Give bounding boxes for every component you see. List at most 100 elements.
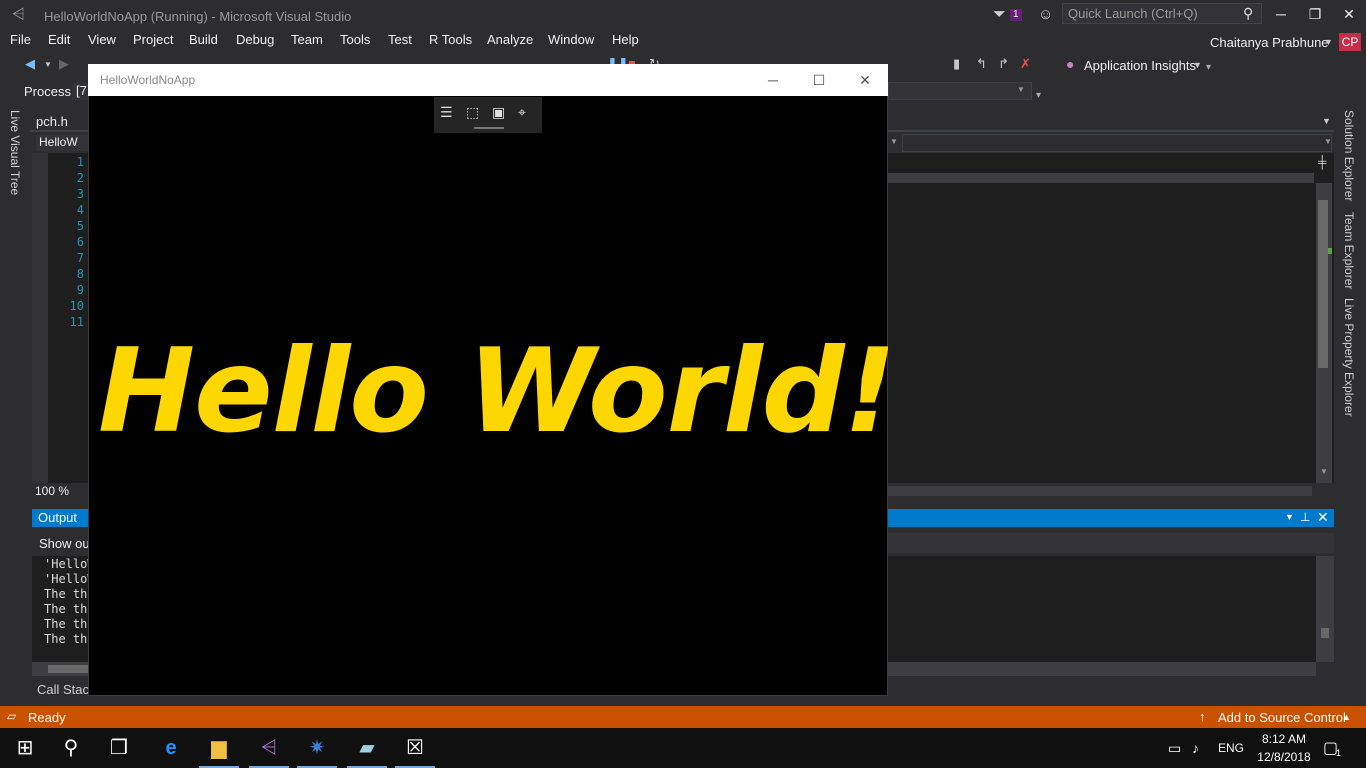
menu-window[interactable]: Window bbox=[548, 32, 594, 47]
windows-start-icon[interactable]: ⊞ bbox=[2, 728, 48, 768]
notepad-icon[interactable]: ▰ bbox=[344, 728, 390, 768]
scrollbar-thumb[interactable] bbox=[1321, 628, 1329, 638]
chevron-down-icon[interactable]: ▼ bbox=[1285, 512, 1294, 522]
toolbar-overflow-icon[interactable]: ▾ bbox=[1036, 90, 1041, 101]
member-combo[interactable] bbox=[902, 134, 1332, 152]
team-explorer-tab[interactable]: Team Explorer bbox=[1342, 212, 1356, 289]
chevron-up-icon[interactable]: ▲ bbox=[1342, 712, 1351, 722]
menu-bar: File Edit View Project Build Debug Team … bbox=[0, 32, 1366, 52]
output-line: The thr bbox=[44, 632, 95, 646]
output-vertical-scrollbar[interactable] bbox=[1316, 556, 1334, 662]
internet-explorer-icon[interactable]: e bbox=[148, 728, 194, 768]
back-icon[interactable]: ◀ bbox=[25, 56, 35, 72]
add-to-source-control-button[interactable]: Add to Source Control bbox=[1218, 710, 1346, 725]
line-number: 7 bbox=[76, 251, 84, 265]
menu-file[interactable]: File bbox=[10, 32, 31, 47]
status-bar bbox=[0, 706, 1366, 728]
select-element-icon[interactable]: ⬚ bbox=[466, 104, 479, 121]
next-bookmark-icon[interactable]: ↱ bbox=[998, 56, 1009, 72]
menu-project[interactable]: Project bbox=[133, 32, 173, 47]
output-source-combo[interactable] bbox=[888, 533, 1334, 553]
output-line: The thr bbox=[44, 587, 95, 601]
menu-edit[interactable]: Edit bbox=[48, 32, 70, 47]
close-icon[interactable]: ✕ bbox=[1317, 509, 1329, 526]
chevron-down-icon[interactable]: ▼ bbox=[1017, 85, 1025, 94]
scroll-down-icon[interactable]: ▼ bbox=[1320, 467, 1328, 476]
restore-button[interactable]: ❐ bbox=[1300, 4, 1330, 24]
menu-r-tools[interactable]: R Tools bbox=[429, 32, 472, 47]
zoom-combo[interactable]: 100 % bbox=[32, 484, 88, 500]
app-maximize-button[interactable]: ☐ bbox=[806, 70, 832, 90]
file-explorer-icon[interactable]: ▆ bbox=[196, 728, 242, 768]
avatar[interactable]: CP bbox=[1339, 33, 1361, 51]
editor-horizontal-scrollbar[interactable] bbox=[888, 486, 1312, 496]
forward-icon[interactable]: ▶ bbox=[59, 56, 69, 72]
menu-view[interactable]: View bbox=[88, 32, 116, 47]
output-line: The thr bbox=[44, 617, 95, 631]
change-marker bbox=[1328, 248, 1332, 254]
line-number: 8 bbox=[76, 267, 84, 281]
menu-debug[interactable]: Debug bbox=[236, 32, 274, 47]
window-title: HelloWorldNoApp (Running) - Microsoft Vi… bbox=[44, 9, 352, 24]
chevron-down-icon[interactable]: ▼ bbox=[890, 137, 898, 146]
menu-help[interactable]: Help bbox=[612, 32, 639, 47]
notification-flag-icon[interactable]: ⏷ bbox=[993, 6, 1006, 24]
show-output-from-label: Show out bbox=[39, 536, 94, 551]
menu-team[interactable]: Team bbox=[291, 32, 323, 47]
menu-build[interactable]: Build bbox=[189, 32, 218, 47]
minimize-button[interactable]: ─ bbox=[1266, 4, 1296, 24]
helloworldnoapp-icon[interactable]: ☒ bbox=[392, 728, 438, 768]
notification-count-badge[interactable]: 1 bbox=[1010, 9, 1022, 21]
toolbar-collapse-grip[interactable] bbox=[474, 127, 504, 129]
output-line: The thr bbox=[44, 602, 95, 616]
project-combo[interactable]: HelloW bbox=[36, 135, 96, 151]
clock-date[interactable]: 12/8/2018 bbox=[1252, 750, 1316, 764]
app-close-button[interactable]: ✕ bbox=[852, 70, 878, 90]
network-icon[interactable]: ▭ bbox=[1168, 740, 1181, 757]
go-to-live-visual-tree-icon[interactable]: ☰ bbox=[440, 104, 453, 121]
chevron-down-icon[interactable]: ▼ bbox=[1322, 116, 1331, 126]
menu-test[interactable]: Test bbox=[388, 32, 412, 47]
menu-tools[interactable]: Tools bbox=[340, 32, 370, 47]
solution-explorer-tab[interactable]: Solution Explorer bbox=[1342, 110, 1356, 201]
scrollbar-thumb[interactable] bbox=[1318, 200, 1328, 368]
previous-bookmark-icon[interactable]: ↰ bbox=[976, 56, 987, 72]
menu-analyze[interactable]: Analyze bbox=[487, 32, 533, 47]
search-icon[interactable]: ⚲ bbox=[48, 728, 94, 768]
live-visual-tree-tab[interactable]: Live Visual Tree bbox=[8, 110, 22, 195]
track-focused-element-icon[interactable]: ⌖ bbox=[518, 104, 526, 121]
arrow-up-icon[interactable]: ↑ bbox=[1199, 709, 1206, 724]
feedback-icon[interactable]: ☺ bbox=[1038, 6, 1053, 23]
volume-icon[interactable]: ♪ bbox=[1192, 740, 1199, 756]
scrollbar-thumb[interactable] bbox=[48, 665, 88, 673]
task-view-icon[interactable]: ❐ bbox=[96, 728, 142, 768]
hello-world-text: Hello World!!! bbox=[98, 324, 888, 459]
lightbulb-icon[interactable]: ● bbox=[1066, 56, 1074, 72]
search-icon[interactable]: ⚲ bbox=[1243, 5, 1253, 22]
app-installer-icon[interactable]: ✷ bbox=[294, 728, 340, 768]
clear-bookmarks-icon[interactable]: ✗ bbox=[1020, 56, 1031, 72]
tab-pch-h[interactable]: pch.h bbox=[30, 112, 88, 132]
stack-frame-combo[interactable] bbox=[888, 82, 1032, 100]
status-icon: ▱ bbox=[7, 709, 17, 723]
visual-studio-icon[interactable]: ⩤ bbox=[246, 728, 292, 768]
close-button[interactable]: ✕ bbox=[1334, 4, 1364, 24]
chevron-down-icon[interactable]: ▼ bbox=[1193, 60, 1202, 70]
pin-icon[interactable]: ⊥ bbox=[1300, 510, 1310, 524]
toolbar-overflow-icon[interactable]: ▾ bbox=[1206, 62, 1211, 73]
tab-call-stack[interactable]: Call Stack bbox=[37, 682, 96, 697]
live-property-explorer-tab[interactable]: Live Property Explorer bbox=[1342, 298, 1356, 417]
user-name[interactable]: Chaitanya Prabhune bbox=[1210, 35, 1329, 50]
chevron-down-icon[interactable]: ▼ bbox=[44, 60, 52, 69]
clock-time[interactable]: 8:12 AM bbox=[1258, 732, 1310, 746]
input-language[interactable]: ENG bbox=[1218, 741, 1244, 755]
quick-launch-input[interactable]: Quick Launch (Ctrl+Q) bbox=[1062, 3, 1262, 24]
app-minimize-button[interactable]: ─ bbox=[760, 70, 786, 90]
bookmark-icon[interactable]: ▮ bbox=[953, 56, 960, 72]
chevron-down-icon[interactable]: ▼ bbox=[1324, 37, 1333, 47]
application-insights-button[interactable]: Application Insights bbox=[1084, 58, 1196, 73]
action-center-badge[interactable]: 1 bbox=[1336, 748, 1341, 758]
chevron-down-icon[interactable]: ▼ bbox=[1324, 137, 1332, 146]
display-layout-adorners-icon[interactable]: ▣ bbox=[492, 104, 505, 121]
split-editor-icon[interactable]: ╪ bbox=[1318, 155, 1327, 169]
